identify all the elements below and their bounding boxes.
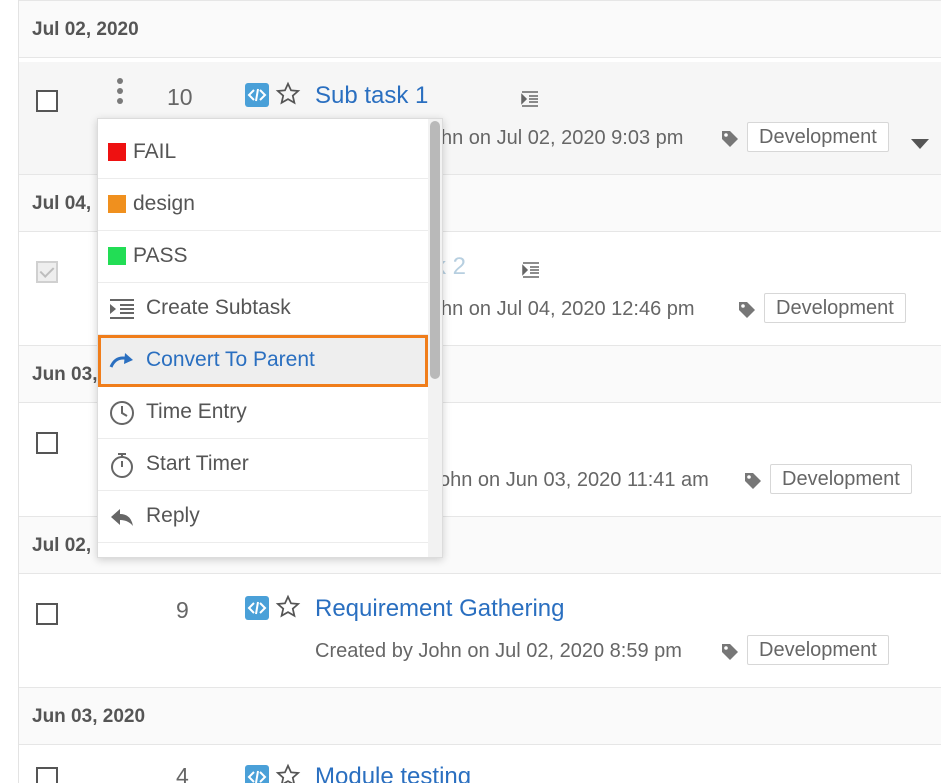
menu-item-label: Start Timer — [146, 452, 249, 475]
task-checkbox[interactable] — [36, 90, 58, 112]
tag-pill[interactable]: Development — [747, 635, 889, 665]
menu-item-label: PASS — [133, 244, 188, 267]
menu-item-label: design — [133, 192, 195, 215]
tag-icon — [745, 473, 761, 489]
menu-item-reply[interactable]: Reply — [98, 491, 428, 543]
orange-highlight-box — [98, 335, 428, 387]
task-row[interactable]: 4 Module testing — [19, 745, 941, 783]
task-row[interactable]: 9 Requirement Gathering Created by John … — [19, 575, 941, 687]
task-context-menu: FAIL design PASS Create Subtask Convert … — [97, 118, 443, 558]
tag-icon — [722, 131, 738, 147]
tag-icon — [739, 302, 755, 318]
menu-item-pass[interactable]: PASS — [98, 231, 428, 283]
task-checkbox[interactable] — [36, 603, 58, 625]
green-swatch-icon — [108, 247, 126, 265]
star-icon[interactable] — [275, 594, 301, 620]
task-number: 4 — [176, 763, 189, 783]
date-label: Jul 02, 2020 — [32, 19, 139, 40]
star-icon[interactable] — [275, 763, 301, 783]
task-title-link[interactable]: Requirement Gathering — [315, 595, 564, 623]
code-icon — [245, 83, 269, 107]
subtask-icon — [522, 262, 539, 278]
task-meta: John on Jun 03, 2020 11:41 am — [429, 469, 709, 491]
menu-item-design[interactable]: design — [98, 179, 428, 231]
orange-swatch-icon — [108, 195, 126, 213]
tag-pill[interactable]: Development — [747, 122, 889, 152]
menu-item-label: Reply — [146, 504, 200, 527]
star-icon[interactable] — [275, 81, 301, 107]
menu-item-start-timer[interactable]: Start Timer — [98, 439, 428, 491]
code-icon — [245, 765, 269, 783]
task-checkbox[interactable] — [36, 767, 58, 783]
caret-down-icon[interactable] — [911, 139, 929, 149]
menu-item-label: Time Entry — [146, 400, 247, 423]
menu-item-label: Create Subtask — [146, 296, 291, 319]
code-icon — [245, 596, 269, 620]
task-meta: hn on Jul 04, 2020 12:46 pm — [441, 298, 695, 320]
subtask-icon — [521, 91, 538, 107]
reply-icon — [111, 509, 133, 526]
date-label: Jul 04, — [32, 193, 92, 214]
menu-item-convert-to-parent[interactable]: Convert To Parent — [98, 335, 428, 387]
task-title-link[interactable]: Sub task 1 — [315, 82, 428, 110]
clock-icon — [110, 401, 134, 425]
red-swatch-icon — [108, 143, 126, 161]
task-meta: hn on Jul 02, 2020 9:03 pm — [441, 127, 684, 149]
menu-item-time-entry[interactable]: Time Entry — [98, 387, 428, 439]
tag-pill[interactable]: Development — [764, 293, 906, 323]
menu-item-label: FAIL — [133, 140, 177, 163]
date-label: Jun 03, 2020 — [32, 706, 146, 727]
menu-scrollbar[interactable] — [428, 119, 442, 557]
create-subtask-icon — [110, 299, 134, 319]
task-meta: Created by John on Jul 02, 2020 8:59 pm — [315, 640, 682, 662]
tag-icon — [722, 644, 738, 660]
task-number: 10 — [167, 84, 193, 110]
menu-scroll-thumb[interactable] — [430, 121, 440, 379]
menu-item-fail[interactable]: FAIL — [98, 127, 428, 179]
date-label: Jul 02, — [32, 535, 92, 556]
task-title-link[interactable]: Module testing — [315, 763, 471, 783]
date-label: Jun 03, — [32, 364, 98, 385]
task-checkbox-disabled — [36, 261, 58, 283]
stopwatch-icon — [111, 453, 133, 478]
menu-item-create-subtask[interactable]: Create Subtask — [98, 283, 428, 335]
task-number: 9 — [176, 597, 189, 623]
date-header: Jul 02, 2020 — [19, 0, 941, 58]
task-checkbox[interactable] — [36, 432, 58, 454]
tag-pill[interactable]: Development — [770, 464, 912, 494]
kebab-menu-icon[interactable] — [115, 78, 125, 110]
date-header: Jun 03, 2020 — [19, 687, 941, 745]
